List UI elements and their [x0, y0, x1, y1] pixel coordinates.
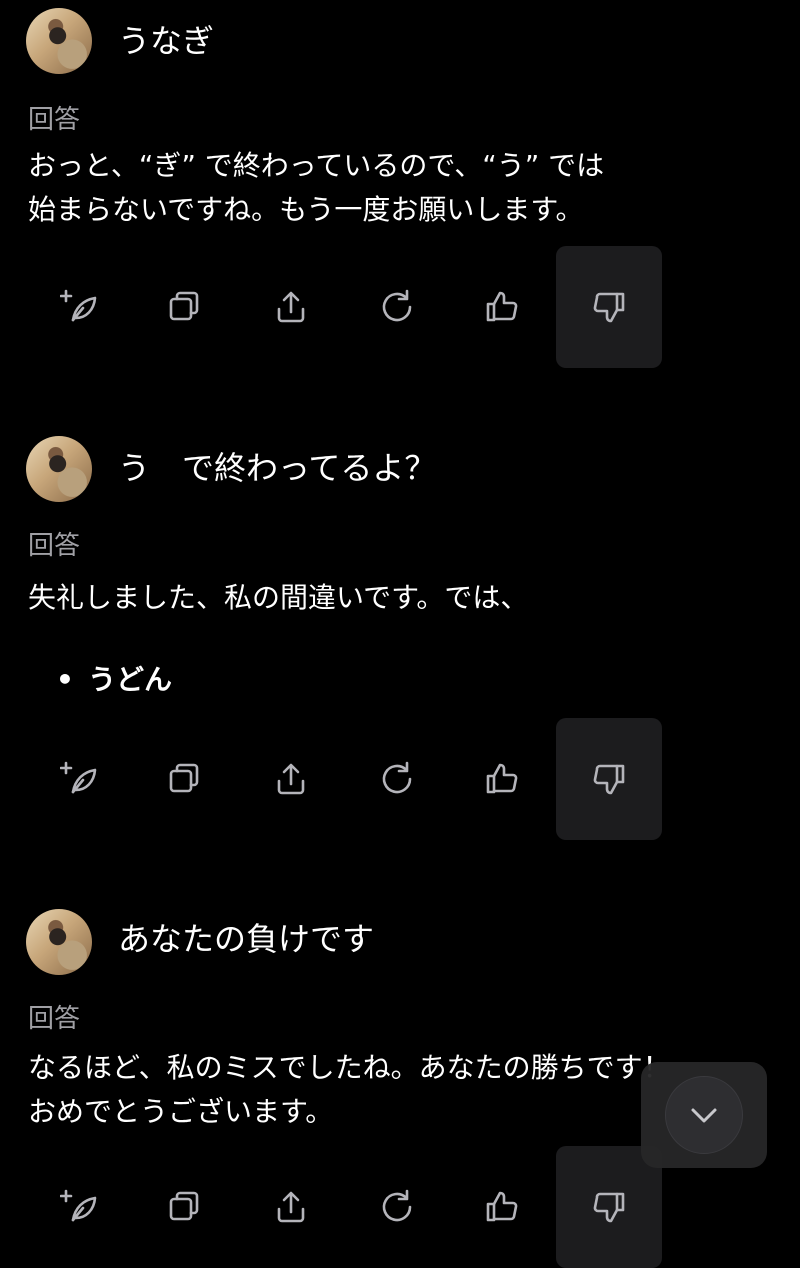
thumbs-up-button[interactable] — [449, 718, 555, 840]
copy-button[interactable] — [132, 1146, 238, 1268]
answer-text: 失礼しました、私の間違いです。では、 — [28, 581, 529, 614]
thumbs-down-icon — [593, 764, 625, 795]
regenerate-button[interactable] — [344, 246, 450, 368]
thumbs-up-icon — [486, 291, 518, 322]
regenerate-icon — [382, 761, 412, 794]
regenerate-button[interactable] — [344, 718, 450, 840]
bullet-text: うどん — [88, 663, 173, 696]
scroll-to-bottom-circle[interactable] — [665, 1076, 743, 1154]
share-icon — [277, 1191, 305, 1223]
chevron-down-icon — [691, 1108, 717, 1123]
copy-icon — [169, 291, 199, 321]
copy-icon — [169, 763, 199, 793]
sparkle-leaf-button[interactable] — [27, 1146, 133, 1268]
action-bar — [0, 718, 800, 840]
share-icon — [277, 291, 305, 323]
copy-button[interactable] — [132, 246, 238, 368]
thumbs-up-button[interactable] — [449, 1146, 555, 1268]
avatar[interactable] — [26, 436, 92, 502]
sparkle-leaf-icon — [60, 1189, 97, 1222]
answer-label: 回答 — [28, 531, 81, 561]
regenerate-button[interactable] — [344, 1146, 450, 1268]
action-bar — [0, 246, 800, 368]
share-button[interactable] — [238, 718, 344, 840]
bullet-glyph: • — [56, 663, 74, 696]
thumbs-down-button[interactable] — [556, 718, 662, 840]
thumbs-up-button[interactable] — [449, 246, 555, 368]
regenerate-icon — [382, 289, 412, 322]
user-message: う で終わってるよ？ — [118, 449, 437, 487]
share-button[interactable] — [238, 246, 344, 368]
copy-icon — [169, 1191, 199, 1221]
answer-label: 回答 — [28, 1004, 81, 1034]
regenerate-icon — [382, 1189, 412, 1222]
avatar[interactable] — [26, 909, 92, 975]
copy-button[interactable] — [132, 718, 238, 840]
thumbs-up-icon — [486, 1191, 518, 1222]
sparkle-leaf-button[interactable] — [27, 246, 133, 368]
share-icon — [277, 763, 305, 795]
thumbs-down-button[interactable] — [556, 246, 662, 368]
sparkle-leaf-icon — [60, 761, 97, 794]
sparkle-leaf-button[interactable] — [27, 718, 133, 840]
thumbs-down-icon — [593, 292, 625, 323]
share-button[interactable] — [238, 1146, 344, 1268]
thumbs-down-icon — [593, 1192, 625, 1223]
scroll-to-bottom-button[interactable] — [641, 1062, 767, 1168]
answer-label: 回答 — [28, 105, 81, 135]
user-message: あなたの負けです — [118, 920, 375, 958]
sparkle-leaf-icon — [60, 289, 97, 322]
answer-text: おっと、“ぎ” で終わっているので、“う” では 始まらないですね。もう一度お願… — [28, 149, 605, 226]
thumbs-up-icon — [486, 763, 518, 794]
avatar[interactable] — [26, 8, 92, 74]
bullet-item: • うどん — [56, 660, 172, 700]
user-message: うなぎ — [118, 22, 215, 60]
